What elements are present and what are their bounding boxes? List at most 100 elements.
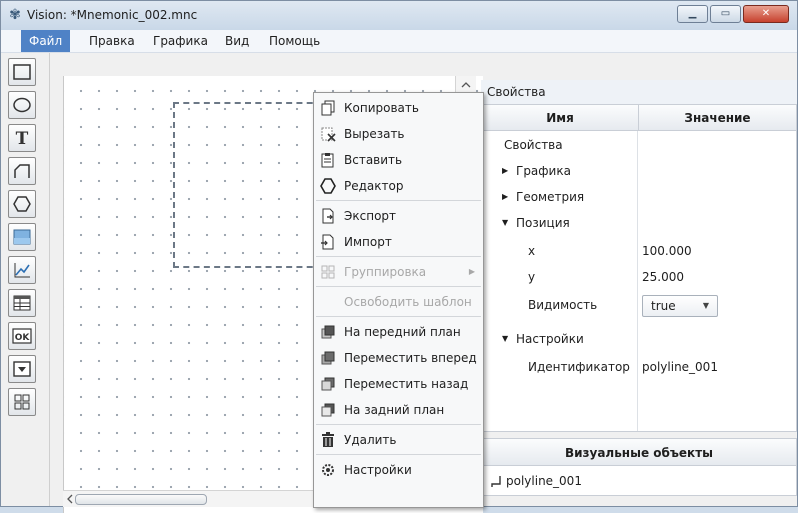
tool-text[interactable]: T [8,124,36,152]
menu-item-cut[interactable]: Вырезать [314,121,483,147]
cut-icon [321,127,336,142]
prop-value[interactable]: 100.000 [642,238,692,264]
menu-graphics[interactable]: Графика [145,30,216,52]
prop-name: x [528,244,536,258]
prop-name: y [528,270,536,284]
menu-separator [316,316,481,317]
menu-separator [316,424,481,425]
menu-separator [316,454,481,455]
visual-object-label: polyline_001 [506,474,582,488]
tool-chart[interactable] [8,256,36,284]
minimize-button[interactable]: ▁ [677,5,708,23]
prop-row-identifier[interactable]: Идентификатор polyline_001 [482,354,796,380]
menu-item-send-to-back[interactable]: На задний план [314,397,483,423]
menu-separator [316,256,481,257]
send-back-icon [321,403,335,417]
group-icon [14,394,30,410]
prop-row-y[interactable]: y 25.000 [482,264,796,290]
menu-edit[interactable]: Правка [81,30,143,52]
menu-help[interactable]: Помощь [261,30,328,52]
tool-group[interactable] [8,388,36,416]
expand-arrow-icon[interactable]: ▶ [502,158,508,184]
scroll-up-icon[interactable] [456,78,476,92]
prop-name: Графика [516,164,571,178]
menu-item-copy[interactable]: Копировать [314,95,483,121]
tool-button[interactable]: OK [8,322,36,350]
menu-view[interactable]: Вид [217,30,257,52]
prop-value[interactable]: polyline_001 [642,354,718,380]
trash-icon [322,432,334,447]
table-icon [13,295,31,311]
maximize-button[interactable]: ▭ [710,5,741,23]
shapes-toolbar: T OK [1,53,50,506]
move-backward-icon [321,377,335,391]
tool-combobox[interactable] [8,355,36,383]
properties-table: Имя Значение Свойства ▶ Графика ▶ Геомет… [481,104,797,432]
close-button[interactable]: ✕ [743,5,789,23]
expand-arrow-icon[interactable]: ▶ [502,184,508,210]
chevron-down-icon: ▼ [702,301,709,310]
polygon-icon [13,196,31,212]
tool-table[interactable] [8,289,36,317]
collapse-arrow-icon[interactable]: ▼ [502,210,508,236]
tool-polyline[interactable] [8,157,36,185]
menu-item-delete[interactable]: Удалить [314,427,483,453]
column-name-header[interactable]: Имя [482,105,638,131]
menu-item-move-backward[interactable]: Переместить назад [314,371,483,397]
prop-name: Позиция [516,216,570,230]
svg-text:T: T [16,129,29,148]
menu-separator [316,200,481,201]
menu-separator [316,286,481,287]
prop-row-x[interactable]: x 100.000 [482,238,796,264]
polyline-icon [14,164,30,178]
visual-object-item[interactable]: polyline_001 [481,466,797,496]
prop-value[interactable]: 25.000 [642,264,684,290]
menu-item-editor[interactable]: Редактор [314,173,483,199]
polyline-object-icon [491,476,501,487]
tool-rectangle[interactable] [8,58,36,86]
properties-panel-title: Свойства [481,80,797,104]
menu-item-release-template[interactable]: Освободить шаблон [314,289,483,315]
app-window: ✾ Vision: *Mnemonic_002.mnc ▁ ▭ ✕ Файл П… [0,0,798,513]
menu-item-paste[interactable]: Вставить [314,147,483,173]
menu-item-export[interactable]: Экспорт [314,203,483,229]
bring-front-icon [321,325,335,339]
tool-polygon[interactable] [8,190,36,218]
context-menu: Копировать Вырезать Вставить Редактор Эк… [313,92,484,508]
horizontal-scroll-thumb[interactable] [75,494,207,505]
text-icon: T [16,129,29,148]
prop-row-geometry[interactable]: ▶ Геометрия [482,184,796,210]
prop-name: Идентификатор [528,360,630,374]
menu-item-settings[interactable]: Настройки [314,457,483,483]
prop-row-root[interactable]: Свойства [482,132,796,158]
combobox-value: true [651,299,676,313]
prop-row-graphics[interactable]: ▶ Графика [482,158,796,184]
selected-polyline-bounds[interactable] [173,102,323,268]
scroll-left-icon[interactable] [65,492,75,506]
rectangle-icon [13,64,31,80]
editor-icon [320,178,336,194]
window-title: Vision: *Mnemonic_002.mnc [27,8,198,22]
visibility-combobox[interactable]: true ▼ [642,295,718,317]
image-icon [13,229,31,245]
menu-item-bring-to-front[interactable]: На передний план [314,319,483,345]
prop-row-position[interactable]: ▼ Позиция [482,210,796,236]
collapse-arrow-icon[interactable]: ▼ [502,326,508,352]
column-value-header[interactable]: Значение [638,105,796,131]
paste-icon [321,153,334,168]
tool-image[interactable] [8,223,36,251]
tool-ellipse[interactable] [8,91,36,119]
menu-item-import[interactable]: Импорт [314,229,483,255]
ellipse-icon [13,97,31,113]
settings-icon [322,464,334,476]
menu-file[interactable]: Файл [21,30,71,52]
menu-item-move-forward[interactable]: Переместить вперед [314,345,483,371]
prop-name: Геометрия [516,190,585,204]
prop-row-settings[interactable]: ▼ Настройки [482,326,796,352]
menu-bar: Файл Правка Графика Вид Помощь [1,30,797,53]
import-icon [321,234,334,250]
prop-row-visibility[interactable]: Видимость true ▼ [482,292,796,322]
copy-icon [321,100,335,116]
app-logo-icon: ✾ [9,7,21,23]
menu-item-grouping[interactable]: Группировка ▶ [314,259,483,285]
